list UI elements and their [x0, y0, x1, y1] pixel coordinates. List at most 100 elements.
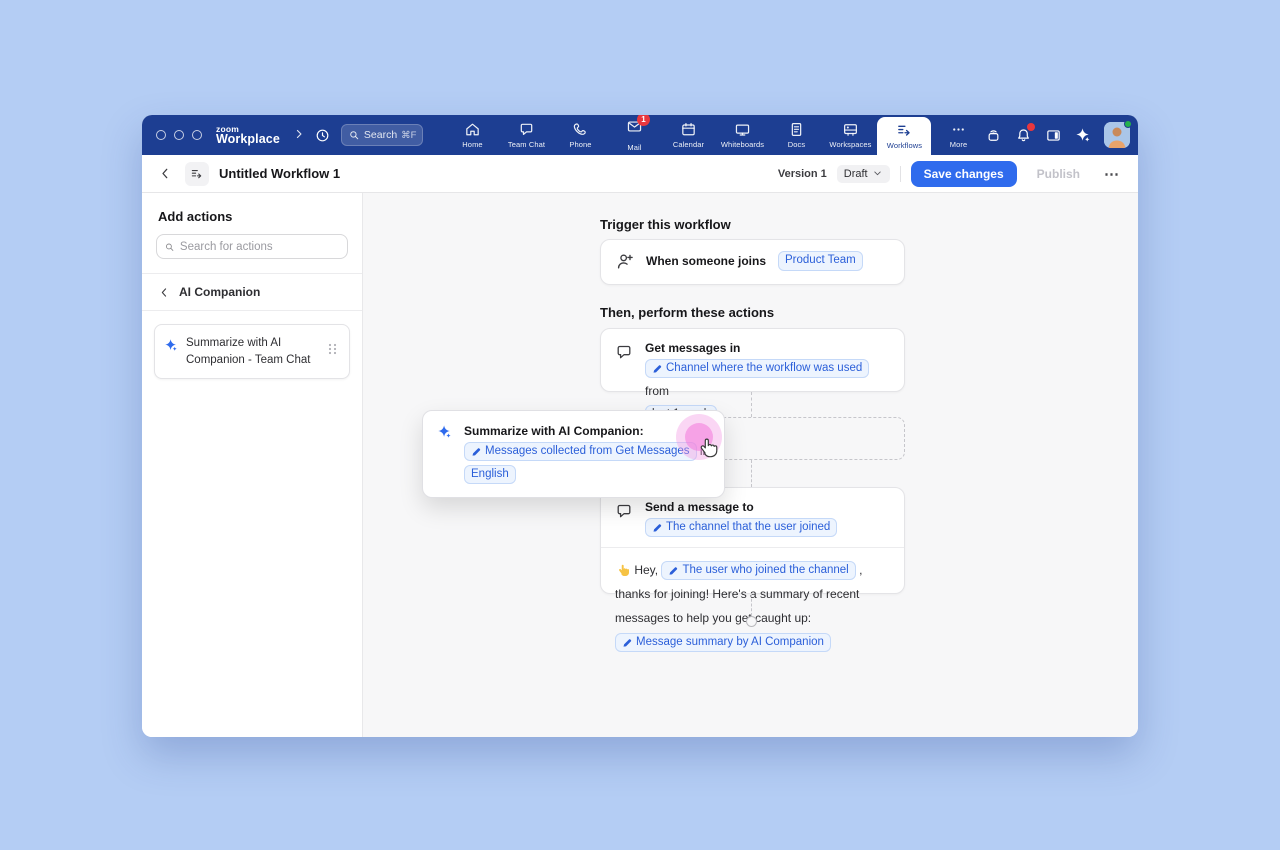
- header-actions: Version 1 Draft Save changes Publish ⋯: [778, 161, 1124, 187]
- get-messages-title: Get messages in: [645, 339, 890, 357]
- trigger-team-pill[interactable]: Product Team: [778, 251, 863, 270]
- target-channel-pill[interactable]: The channel that the user joined: [645, 518, 837, 537]
- tab-workspaces[interactable]: Workspaces: [823, 115, 877, 155]
- close-window-button[interactable]: [156, 130, 166, 140]
- workflow-header: Untitled Workflow 1 Version 1 Draft Save…: [142, 155, 1138, 193]
- phone-icon: [572, 121, 589, 138]
- workflow-canvas[interactable]: Trigger this workflow When someone joins…: [363, 193, 1138, 737]
- chevron-right-icon[interactable]: [292, 127, 306, 144]
- pencil-icon: [622, 638, 632, 648]
- status-dropdown[interactable]: Draft: [837, 165, 890, 183]
- more-icon: [950, 121, 967, 138]
- action-card-summarize[interactable]: Summarize with AI Companion - Team Chat: [154, 324, 350, 379]
- language-pill[interactable]: English: [464, 465, 516, 484]
- chevron-left-icon: [158, 166, 173, 181]
- tab-label: Docs: [788, 140, 806, 149]
- logo-workplace-text: Workplace: [216, 133, 280, 146]
- get-messages-card[interactable]: Get messages in Channel where the workfl…: [600, 328, 905, 392]
- pencil-icon: [652, 523, 662, 533]
- team-chat-icon: [518, 121, 535, 138]
- global-search-input[interactable]: Search ⌘F: [341, 124, 424, 146]
- chevron-left-icon: [158, 286, 171, 299]
- action-card-label: Summarize with AI Companion - Team Chat: [186, 335, 317, 368]
- message-body[interactable]: Hey, The user who joined the channel , t…: [601, 548, 904, 666]
- save-changes-button[interactable]: Save changes: [911, 161, 1017, 187]
- version-label: Version 1: [778, 168, 827, 180]
- tab-calendar[interactable]: Calendar: [661, 115, 715, 155]
- actions-search-input[interactable]: [180, 241, 340, 253]
- home-icon: [464, 121, 481, 138]
- sidebar-title: Add actions: [158, 209, 346, 224]
- tab-label: Workflows: [887, 141, 922, 150]
- tab-label: Mail: [627, 143, 641, 152]
- page-title[interactable]: Untitled Workflow 1: [219, 166, 340, 181]
- summary-variable-pill[interactable]: Message summary by AI Companion: [615, 633, 831, 652]
- chat-bubble-icon: [615, 343, 633, 361]
- workarea: Add actions AI Companion Summarize with …: [142, 193, 1138, 737]
- tab-label: Calendar: [673, 140, 704, 149]
- top-navbar: zoom Workplace Search ⌘F Home Team Chat …: [142, 115, 1138, 155]
- tab-phone[interactable]: Phone: [553, 115, 607, 155]
- more-options-button[interactable]: ⋯: [1100, 165, 1124, 183]
- connector-line: [751, 594, 752, 616]
- app-window: zoom Workplace Search ⌘F Home Team Chat …: [142, 115, 1138, 737]
- workflow-icon: [190, 167, 204, 181]
- tab-label: Phone: [569, 140, 591, 149]
- tab-label: Whiteboards: [721, 140, 764, 149]
- minimize-window-button[interactable]: [174, 130, 184, 140]
- drag-handle-icon[interactable]: [325, 341, 340, 357]
- search-shortcut: ⌘F: [401, 130, 416, 141]
- tab-home[interactable]: Home: [445, 115, 499, 155]
- divider: [900, 166, 901, 182]
- ai-sparkle-icon: [437, 424, 452, 439]
- category-back-row[interactable]: AI Companion: [142, 274, 362, 310]
- channel-variable-pill[interactable]: Channel where the workflow was used: [645, 359, 869, 378]
- nav-tabs: Home Team Chat Phone 1 Mail Calendar: [445, 115, 985, 155]
- maximize-window-button[interactable]: [192, 130, 202, 140]
- ai-sparkle-icon: [164, 338, 178, 352]
- search-icon: [348, 129, 360, 141]
- tab-label: Workspaces: [829, 140, 871, 149]
- actions-search-field[interactable]: [156, 234, 348, 259]
- calendar-icon: [680, 121, 697, 138]
- connected-device-icon[interactable]: [985, 127, 1002, 144]
- tab-team-chat[interactable]: Team Chat: [499, 115, 553, 155]
- messages-variable-pill[interactable]: Messages collected from Get Messages: [464, 442, 697, 461]
- chat-bubble-icon: [615, 502, 633, 520]
- publish-button[interactable]: Publish: [1027, 161, 1090, 187]
- tab-label: More: [950, 140, 968, 149]
- tab-label: Home: [462, 140, 482, 149]
- history-icon[interactable]: [314, 127, 331, 144]
- panel-layout-icon[interactable]: [1045, 127, 1062, 144]
- ai-companion-sparkle-icon[interactable]: [1075, 127, 1091, 143]
- status-dot: [1124, 120, 1132, 128]
- dragged-summarize-card[interactable]: Summarize with AI Companion: Messages co…: [422, 410, 725, 498]
- pencil-icon: [471, 447, 481, 457]
- search-label: Search: [364, 129, 397, 141]
- user-variable-pill[interactable]: The user who joined the channel: [661, 561, 855, 580]
- zoom-workplace-logo: zoom Workplace: [216, 125, 280, 146]
- tab-more[interactable]: More: [931, 115, 985, 155]
- search-icon: [164, 241, 175, 253]
- trigger-title: When someone joins: [646, 254, 766, 268]
- workflows-icon: [896, 122, 913, 139]
- back-button[interactable]: [156, 164, 175, 183]
- tab-docs[interactable]: Docs: [769, 115, 823, 155]
- user-avatar[interactable]: [1104, 122, 1130, 148]
- chevron-down-icon: [872, 168, 883, 179]
- workflow-end-node: [746, 616, 757, 627]
- notifications-bell-icon[interactable]: [1015, 127, 1032, 144]
- tab-whiteboards[interactable]: Whiteboards: [715, 115, 769, 155]
- divider: [142, 310, 362, 311]
- connector-line: [751, 460, 752, 487]
- navbar-right-cluster: [985, 122, 1138, 148]
- whiteboards-icon: [734, 121, 751, 138]
- send-message-card[interactable]: Send a message to The channel that the u…: [600, 487, 905, 594]
- tab-workflows[interactable]: Workflows: [877, 117, 931, 155]
- connector-line: [751, 392, 752, 417]
- summarize-title: Summarize with AI Companion:: [464, 422, 709, 440]
- tab-mail[interactable]: 1 Mail: [607, 115, 661, 155]
- trigger-card[interactable]: When someone joins Product Team: [600, 239, 905, 285]
- send-message-title: Send a message to: [645, 498, 837, 516]
- window-controls: [156, 130, 202, 140]
